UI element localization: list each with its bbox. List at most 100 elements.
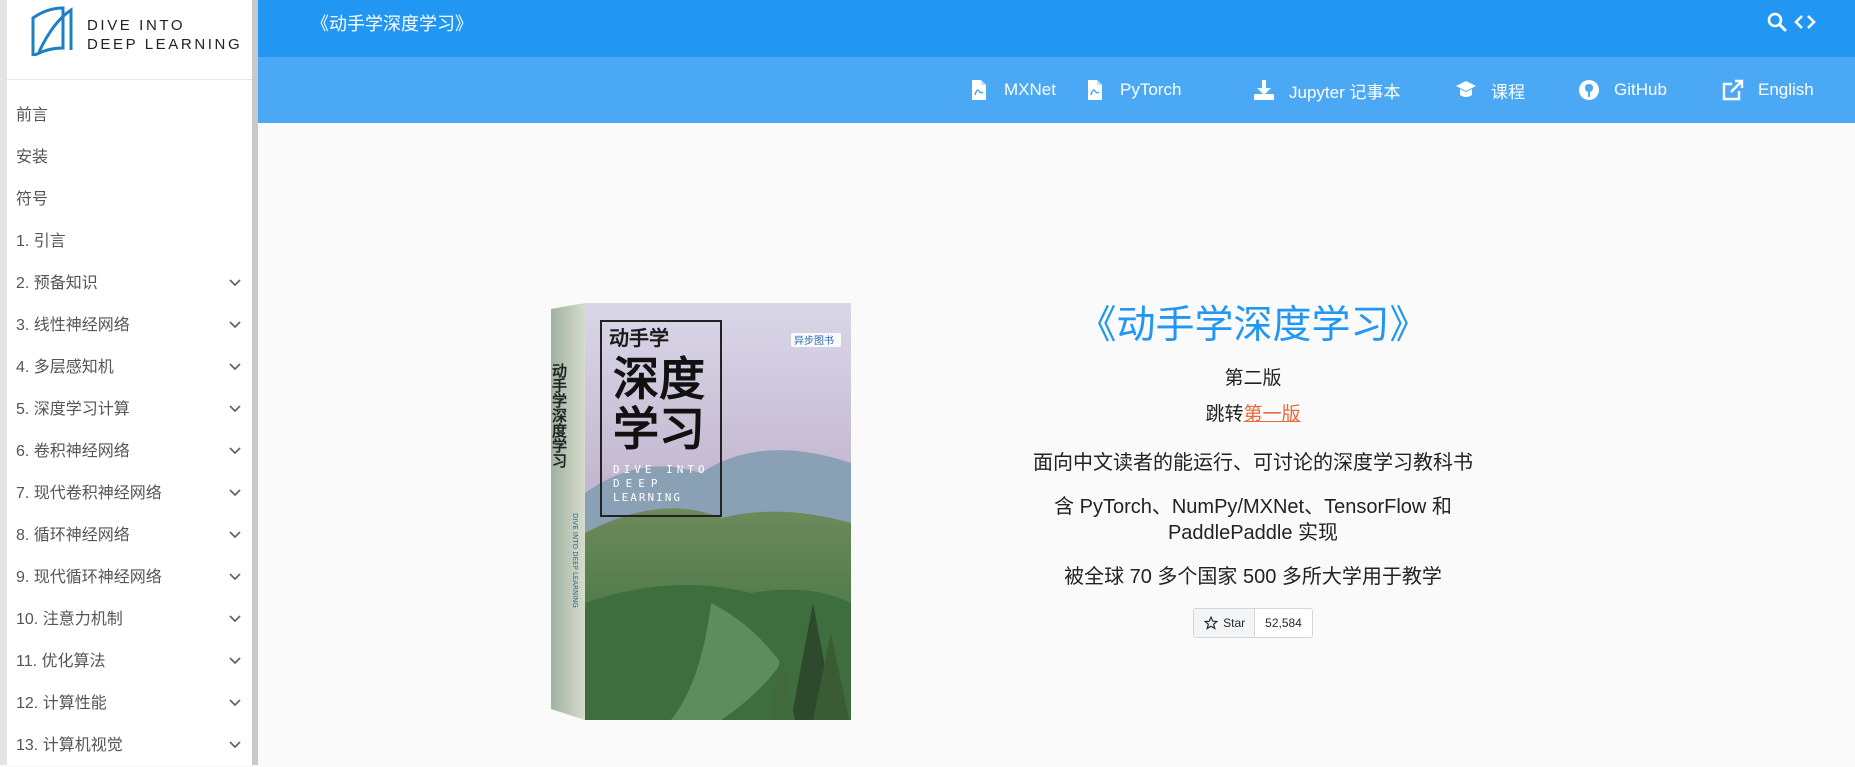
sidebar-item[interactable]: 9. 现代循环神经网络 bbox=[7, 557, 257, 599]
cover-spine-title: 动手学深度学习 bbox=[551, 362, 568, 469]
sidebar-item[interactable]: 8. 循环神经网络 bbox=[7, 515, 257, 557]
download-icon bbox=[1253, 79, 1275, 101]
sidebar-item[interactable]: 7. 现代卷积神经网络 bbox=[7, 473, 257, 515]
main-content: 动手学 深度 学习 DIVE INTO DEEP LEARNING 异步图书 动… bbox=[258, 123, 1855, 765]
chevron-down-icon[interactable] bbox=[227, 431, 243, 473]
nav-link-label: MXNet bbox=[1004, 80, 1056, 100]
nav-link-label: GitHub bbox=[1614, 80, 1667, 100]
nav-link-jupyter[interactable]: Jupyter 记事本 bbox=[1253, 57, 1400, 123]
cover-title-big-2: 学习 bbox=[613, 402, 705, 456]
cover-publisher-badge: 异步图书 bbox=[794, 335, 834, 347]
sidebar-item[interactable]: 4. 多层感知机 bbox=[7, 347, 257, 389]
sidebar-item-label: 1. 引言 bbox=[16, 233, 66, 250]
sidebar-divider bbox=[7, 79, 257, 80]
github-icon bbox=[1578, 79, 1600, 101]
graduation-cap-icon bbox=[1455, 79, 1477, 101]
jump-line: 跳转第一版 bbox=[983, 399, 1523, 426]
sidebar-item[interactable]: 10. 注意力机制 bbox=[7, 599, 257, 641]
sidebar-item-label: 9. 现代循环神经网络 bbox=[16, 569, 162, 586]
sidebar-item[interactable]: 11. 优化算法 bbox=[7, 641, 257, 683]
chevron-down-icon[interactable] bbox=[227, 389, 243, 431]
chevron-down-icon[interactable] bbox=[227, 641, 243, 683]
chevron-down-icon[interactable] bbox=[227, 347, 243, 389]
chevron-down-icon[interactable] bbox=[227, 263, 243, 305]
jump-prefix: 跳转 bbox=[1205, 404, 1243, 425]
chevron-down-icon[interactable] bbox=[227, 473, 243, 515]
nav-link-course[interactable]: 课程 bbox=[1455, 57, 1525, 123]
nav-bar: MXNet PyTorch Jupyter 记事本 课程 GitHub Engl… bbox=[258, 57, 1855, 123]
chevron-down-icon[interactable] bbox=[227, 305, 243, 347]
nav-link-label: English bbox=[1758, 80, 1814, 100]
table-of-contents: 前言安装符号 1. 引言 2. 预备知识 3. 线性神经网络 4. 多层感知机 5. 深度… bbox=[7, 95, 257, 767]
chevron-down-icon[interactable] bbox=[227, 683, 243, 725]
nav-link-english[interactable]: English bbox=[1722, 57, 1814, 123]
chevron-down-icon[interactable] bbox=[227, 599, 243, 641]
cover-title-big-1: 深度 bbox=[613, 352, 705, 406]
sidebar-item[interactable]: 前言 bbox=[7, 95, 257, 137]
nav-link-label: 课程 bbox=[1491, 78, 1525, 103]
chevron-down-icon[interactable] bbox=[227, 515, 243, 557]
external-link-icon bbox=[1722, 79, 1744, 101]
cover-spine-english: DIVE INTO DEEP LEARNING bbox=[571, 513, 579, 608]
sidebar-item-label: 12. 计算性能 bbox=[16, 695, 107, 712]
cover-english-1: DIVE INTO bbox=[613, 463, 709, 476]
book-logo-icon bbox=[29, 4, 75, 56]
first-edition-link[interactable]: 第一版 bbox=[1244, 404, 1301, 425]
description-line-1: 面向中文读者的能运行、可讨论的深度学习教科书 bbox=[983, 450, 1523, 476]
sidebar-item[interactable]: 6. 卷积神经网络 bbox=[7, 431, 257, 473]
sidebar-item[interactable]: 12. 计算性能 bbox=[7, 683, 257, 725]
sidebar-item-label: 6. 卷积神经网络 bbox=[16, 443, 130, 460]
sidebar-item[interactable]: 符号 bbox=[7, 179, 257, 221]
nav-link-github[interactable]: GitHub bbox=[1578, 57, 1667, 123]
sidebar-item[interactable]: 3. 线性神经网络 bbox=[7, 305, 257, 347]
sidebar-item-label: 10. 注意力机制 bbox=[16, 611, 123, 628]
nav-link-pytorch[interactable]: PyTorch bbox=[1084, 57, 1181, 123]
sidebar-item-label: 2. 预备知识 bbox=[16, 275, 98, 292]
sidebar-item-label: 前言 bbox=[16, 107, 48, 124]
logo-line-1: DIVE INTO bbox=[87, 16, 242, 35]
star-button[interactable]: Star bbox=[1194, 609, 1255, 637]
sidebar-item[interactable]: 2. 预备知识 bbox=[7, 263, 257, 305]
sidebar: DIVE INTO DEEP LEARNING 前言安装符号 1. 引言 2. 预备… bbox=[0, 0, 258, 765]
cover-english-2: DEEP bbox=[613, 477, 664, 490]
header-title[interactable]: 《动手学深度学习》 bbox=[311, 10, 473, 36]
logo-text: DIVE INTO DEEP LEARNING bbox=[87, 16, 242, 54]
sidebar-item-label: 符号 bbox=[16, 191, 48, 208]
cover-title-small: 动手学 bbox=[609, 326, 669, 350]
sidebar-item-label: 7. 现代卷积神经网络 bbox=[16, 485, 162, 502]
sidebar-item[interactable]: 5. 深度学习计算 bbox=[7, 389, 257, 431]
star-label: Star bbox=[1223, 616, 1245, 630]
pdf-file-icon bbox=[968, 79, 990, 101]
sidebar-item-label: 13. 计算机视觉 bbox=[16, 737, 123, 754]
search-icon[interactable] bbox=[1765, 10, 1789, 34]
sidebar-item-label: 5. 深度学习计算 bbox=[16, 401, 130, 418]
sidebar-item[interactable]: 13. 计算机视觉 bbox=[7, 725, 257, 767]
site-logo[interactable]: DIVE INTO DEEP LEARNING bbox=[29, 4, 249, 56]
star-icon bbox=[1204, 616, 1218, 630]
edition-label: 第二版 bbox=[983, 363, 1523, 390]
top-header: 《动手学深度学习》 bbox=[258, 0, 1855, 57]
sidebar-item-label: 安装 bbox=[16, 149, 48, 166]
nav-link-label: Jupyter 记事本 bbox=[1289, 78, 1400, 103]
sidebar-item-label: 8. 循环神经网络 bbox=[16, 527, 130, 544]
code-icon[interactable] bbox=[1793, 10, 1817, 34]
chevron-down-icon[interactable] bbox=[227, 725, 243, 767]
pdf-file-icon bbox=[1084, 79, 1106, 101]
sidebar-item-label: 11. 优化算法 bbox=[16, 653, 106, 670]
sidebar-item[interactable]: 1. 引言 bbox=[7, 221, 257, 263]
book-cover-image: 动手学 深度 学习 DIVE INTO DEEP LEARNING 异步图书 动… bbox=[551, 303, 851, 720]
chevron-down-icon[interactable] bbox=[227, 557, 243, 599]
hero-title: 《动手学深度学习》 bbox=[983, 303, 1523, 349]
description-line-2: 含 PyTorch、NumPy/MXNet、TensorFlow 和 Paddl… bbox=[983, 494, 1523, 546]
sidebar-item[interactable]: 安装 bbox=[7, 137, 257, 179]
sidebar-item-label: 3. 线性神经网络 bbox=[16, 317, 130, 334]
star-count[interactable]: 52,584 bbox=[1255, 609, 1312, 637]
description-line-3: 被全球 70 多个国家 500 多所大学用于教学 bbox=[983, 564, 1523, 590]
cover-english-3: LEARNING bbox=[613, 491, 682, 504]
sidebar-item-label: 4. 多层感知机 bbox=[16, 359, 114, 376]
logo-line-2: DEEP LEARNING bbox=[87, 35, 242, 54]
nav-link-label: PyTorch bbox=[1120, 80, 1181, 100]
hero-section: 《动手学深度学习》 第二版 跳转第一版 面向中文读者的能运行、可讨论的深度学习教… bbox=[983, 303, 1523, 638]
github-star-widget: Star 52,584 bbox=[1193, 608, 1313, 638]
nav-link-mxnet[interactable]: MXNet bbox=[968, 57, 1056, 123]
